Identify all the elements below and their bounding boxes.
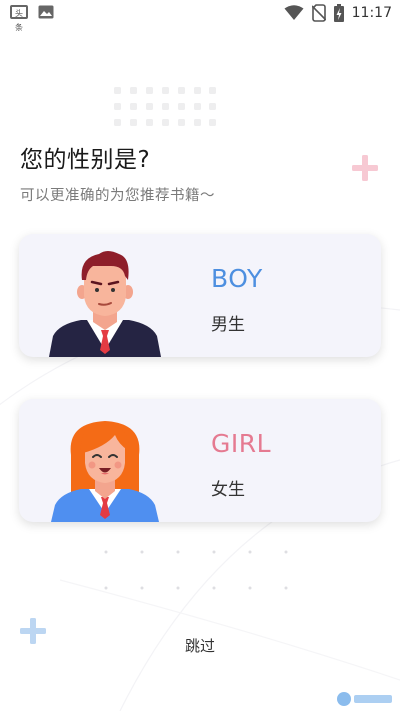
boy-label: BOY xyxy=(211,264,263,293)
no-sim-icon xyxy=(311,4,326,22)
status-left: 头条 xyxy=(10,5,54,32)
girl-avatar-icon xyxy=(51,421,159,522)
dot-grid-decoration-bottom xyxy=(104,550,288,590)
girl-label: GIRL xyxy=(211,429,272,458)
dot-grid-decoration xyxy=(114,87,216,126)
boy-avatar-icon xyxy=(49,251,161,357)
watermark-logo xyxy=(337,692,392,706)
plus-decoration-icon xyxy=(352,155,378,181)
status-time: 11:17 xyxy=(351,5,392,21)
wifi-icon xyxy=(284,5,304,20)
page-title: 您的性别是? xyxy=(20,147,151,173)
girl-label-cn: 女生 xyxy=(211,480,245,500)
girl-option-card[interactable]: GIRL 女生 xyxy=(19,399,381,522)
status-bar: 头条 11:17 xyxy=(0,0,400,32)
boy-option-card[interactable]: BOY 男生 xyxy=(19,234,381,357)
page-subtitle: 可以更准确的为您推荐书籍～ xyxy=(20,188,215,204)
image-icon xyxy=(38,5,54,19)
battery-charging-icon xyxy=(333,4,344,22)
boy-label-cn: 男生 xyxy=(211,315,245,335)
skip-button[interactable]: 跳过 xyxy=(0,635,400,656)
status-right: 11:17 xyxy=(284,4,392,22)
news-app-icon: 头条 xyxy=(10,5,28,32)
